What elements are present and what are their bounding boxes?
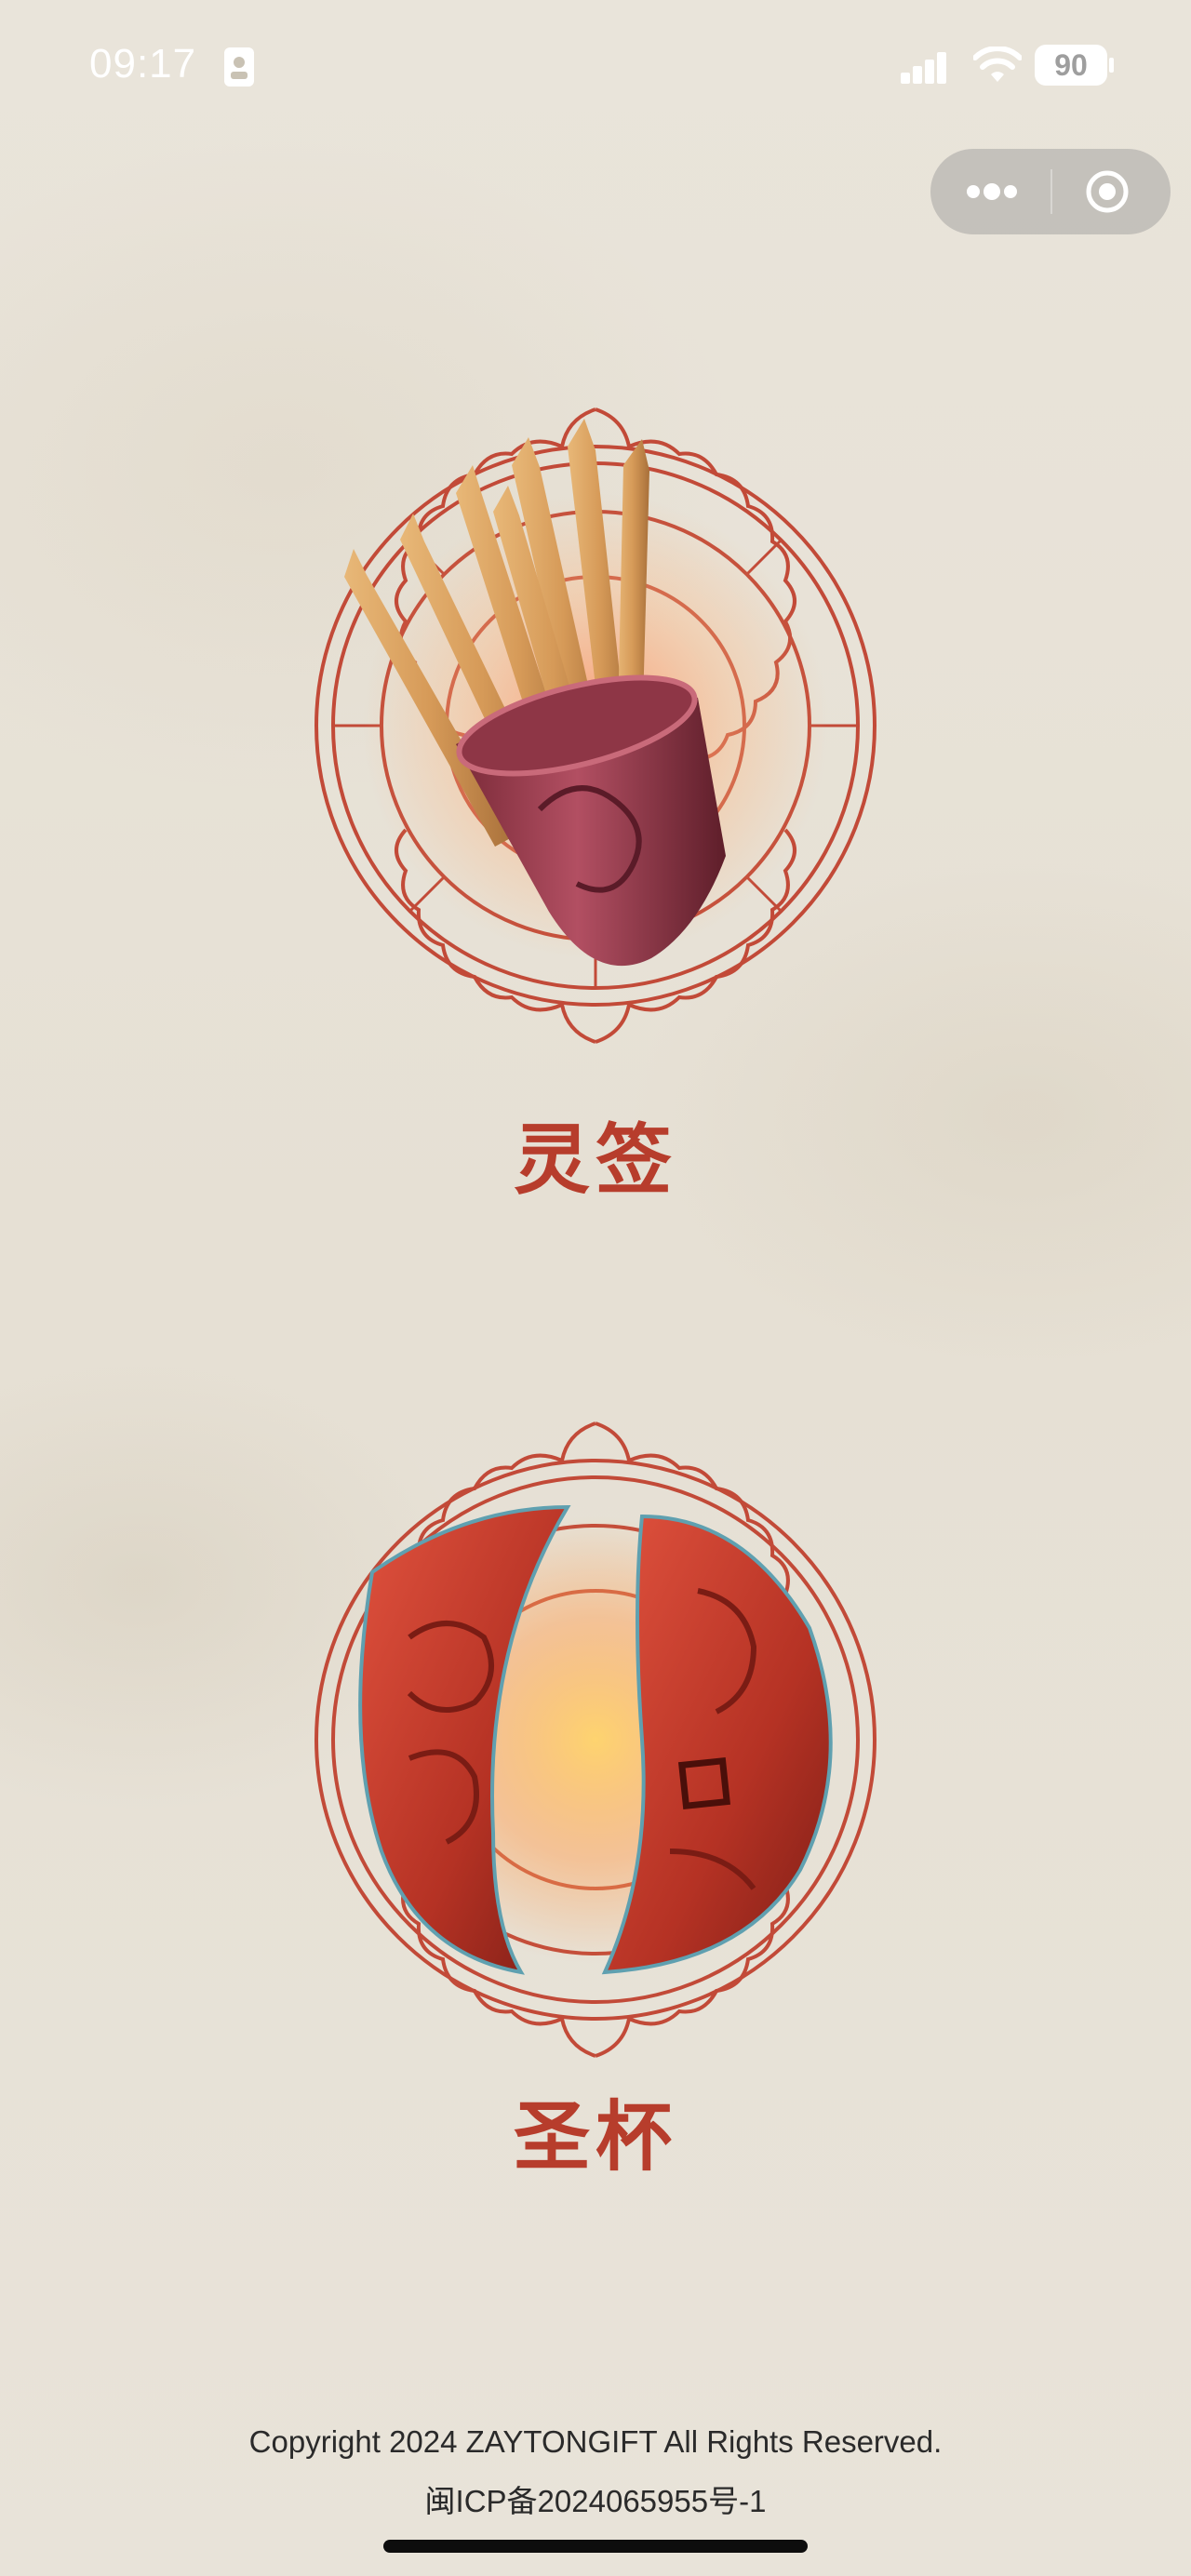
option-lingqian[interactable]: 灵签 xyxy=(0,391,1191,1228)
battery-level: 90 xyxy=(1054,48,1088,82)
status-time: 09:17 xyxy=(89,41,197,87)
footer-icp[interactable]: 闽ICP备2024065955号-1 xyxy=(0,2476,1191,2521)
option-label-shengbei: 圣杯 xyxy=(513,2092,677,2182)
miniprogram-capsule xyxy=(930,149,1171,234)
capsule-divider xyxy=(1050,169,1052,214)
status-bar: 09:17 90 xyxy=(0,0,1191,135)
signal-icon xyxy=(901,52,946,84)
battery-cap xyxy=(1109,58,1114,73)
id-card-icon xyxy=(224,47,254,87)
fortune-sticks-emblem xyxy=(314,407,877,1044)
home-indicator xyxy=(383,2540,808,2553)
divination-blocks-emblem xyxy=(314,1421,877,2058)
wifi-icon xyxy=(973,47,1022,82)
battery-icon: 90 xyxy=(1035,45,1107,86)
more-options-icon[interactable] xyxy=(966,180,1018,203)
footer-copyright: Copyright 2024 ZAYTONGIFT All Rights Res… xyxy=(248,2424,943,2459)
close-miniprogram-icon[interactable] xyxy=(1085,169,1130,214)
option-label-lingqian: 灵签 xyxy=(513,1115,677,1205)
option-shengbei[interactable]: 圣杯 xyxy=(0,1405,1191,2205)
